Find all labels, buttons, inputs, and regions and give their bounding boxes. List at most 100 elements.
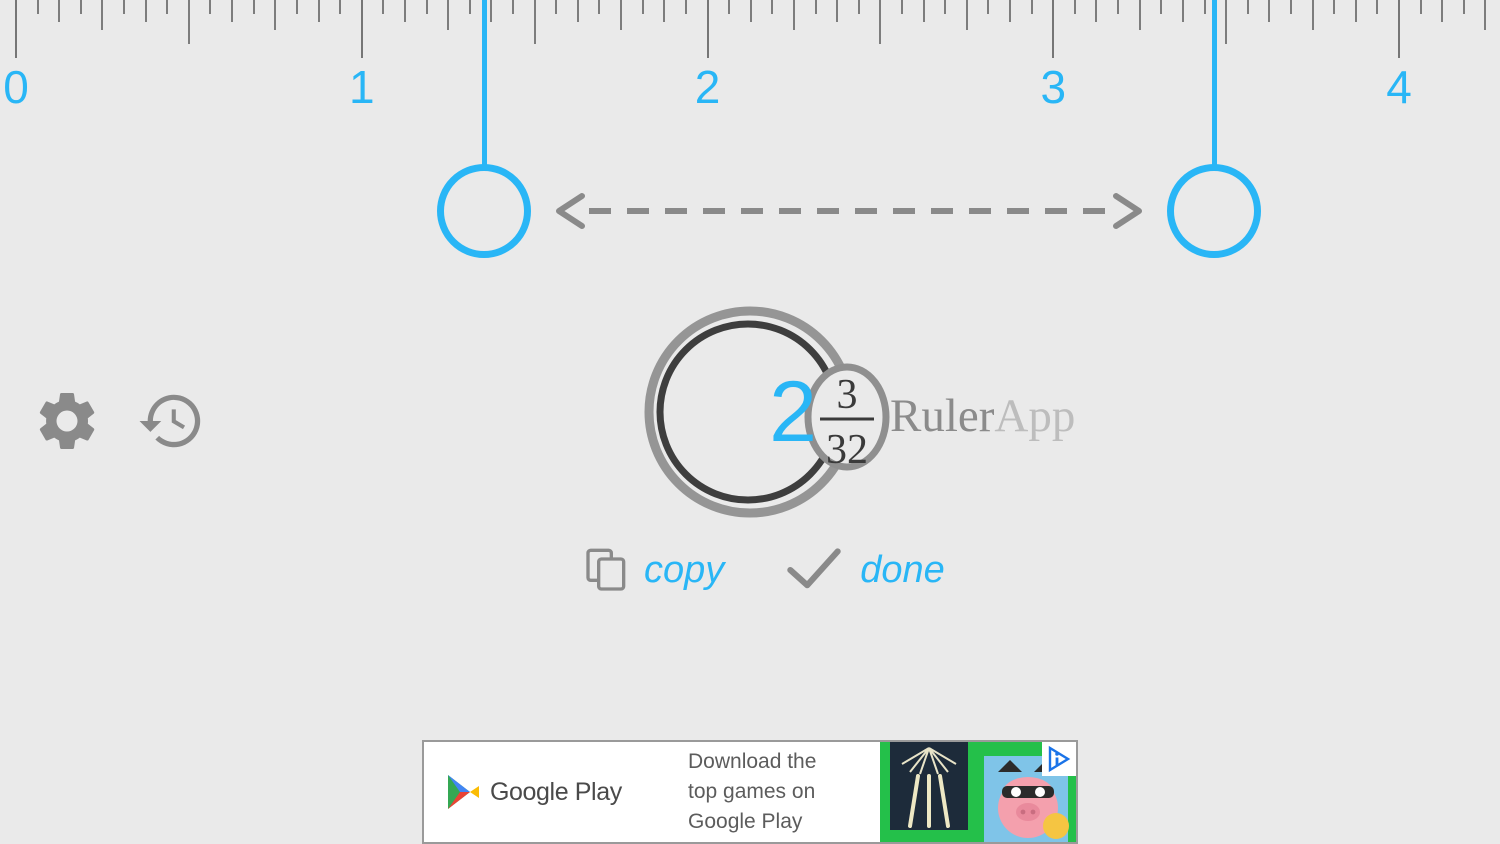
done-button-label: done	[860, 549, 945, 591]
ruler-tick	[1203, 0, 1206, 14]
ruler-tick	[252, 0, 255, 14]
adchoices-icon[interactable]	[1042, 742, 1076, 776]
measure-span-arrow	[556, 193, 1142, 229]
check-icon	[787, 548, 842, 589]
google-play-icon	[448, 775, 479, 809]
ruler-tick	[1441, 0, 1444, 22]
ruler-tick	[749, 0, 752, 22]
ruler-tick	[1311, 0, 1314, 30]
ruler-tick	[123, 0, 126, 14]
ruler-label-3: 3	[1040, 61, 1067, 113]
ruler-tick	[1030, 0, 1033, 14]
ruler-tick	[965, 0, 968, 30]
ruler-tick	[879, 0, 882, 44]
ruler-tick	[576, 0, 579, 22]
ruler-tick	[1462, 0, 1465, 14]
measurement-readout: 3 32 2 RulerApp	[640, 305, 1080, 535]
ruler-tick	[620, 0, 623, 30]
history-icon[interactable]	[136, 386, 206, 456]
handle-stem-right	[1211, 0, 1217, 168]
ruler-tick	[836, 0, 839, 22]
ad-store-name: Google Play	[490, 777, 622, 806]
ruler-tick	[231, 0, 234, 22]
fraction-numerator: 3	[837, 372, 858, 418]
ruler-tick	[922, 0, 925, 22]
ruler-label-1: 1	[348, 61, 375, 113]
brand-secondary: App	[994, 390, 1076, 442]
ruler-tick	[447, 0, 450, 30]
ruler-label-2: 2	[694, 61, 721, 113]
gear-icon[interactable]	[32, 386, 102, 456]
ruler-tick	[187, 0, 190, 44]
ruler-tick	[512, 0, 515, 14]
ad-thumbnail-1[interactable]	[880, 742, 978, 842]
ad-thumbnail-2[interactable]	[978, 742, 1076, 842]
ruler-tick	[36, 0, 39, 14]
ruler-tick	[641, 0, 644, 14]
ruler-tick	[468, 0, 471, 14]
ruler-tick	[900, 0, 903, 14]
ruler-tick	[1419, 0, 1422, 14]
ruler-tick	[403, 0, 406, 22]
ruler-tick	[857, 0, 860, 14]
ad-headline-line-2: top games on	[688, 780, 816, 804]
ruler-tick	[339, 0, 342, 14]
ruler-tick	[1009, 0, 1012, 22]
ruler-tick	[1225, 0, 1228, 44]
ad-thumbnail-art-1	[880, 742, 978, 842]
ruler-tick	[360, 0, 363, 58]
ruler-tick	[295, 0, 298, 14]
ruler-tick	[1052, 0, 1055, 58]
ruler-tick	[771, 0, 774, 14]
ruler-tick	[1354, 0, 1357, 22]
ruler-tick	[792, 0, 795, 30]
ruler-tick	[1333, 0, 1336, 14]
ruler-label-4: 4	[1386, 61, 1412, 113]
ruler-tick	[1289, 0, 1292, 14]
ad-headline-line-1: Download the	[688, 750, 817, 774]
ruler-tick	[317, 0, 320, 22]
ruler-tick	[1246, 0, 1249, 14]
brand-primary: Ruler	[890, 390, 995, 442]
ruler-tick	[166, 0, 169, 14]
ruler-tick	[1484, 0, 1487, 30]
ruler-tick	[555, 0, 558, 14]
ruler-tick	[1138, 0, 1141, 30]
ruler-tick	[1181, 0, 1184, 22]
ad-store-brand: Google Play	[424, 742, 676, 842]
action-bar: copy done	[586, 548, 945, 592]
copy-button-label: copy	[644, 549, 725, 591]
ruler-label-0: 0	[3, 61, 29, 113]
measurement-whole-number: 2	[769, 364, 817, 460]
handle-grip-right[interactable]	[1167, 164, 1261, 258]
ruler-tick	[944, 0, 947, 14]
copy-icon	[586, 548, 626, 591]
ruler[interactable]: 0 1 2 3 4	[0, 0, 1500, 110]
ruler-tick	[814, 0, 817, 14]
ruler-tick	[1160, 0, 1163, 14]
ruler-tick	[209, 0, 212, 14]
ad-banner[interactable]: Google Play Download the top games on Go…	[422, 740, 1078, 844]
ruler-tick	[684, 0, 687, 14]
ruler-tick	[1376, 0, 1379, 14]
ruler-tick	[15, 0, 17, 58]
done-button[interactable]: done	[786, 548, 945, 592]
ruler-tick	[728, 0, 731, 14]
ruler-tick	[425, 0, 428, 14]
ruler-tick	[490, 0, 493, 22]
ruler-tick	[533, 0, 536, 44]
ruler-tick	[144, 0, 147, 22]
ruler-tick	[1095, 0, 1098, 22]
app-brand-logo: RulerApp	[890, 393, 1075, 440]
ruler-tick	[58, 0, 61, 22]
handle-grip-left[interactable]	[437, 164, 531, 258]
ruler-tick	[1268, 0, 1271, 22]
ruler-tick	[1398, 0, 1400, 58]
ruler-tick	[382, 0, 385, 14]
ruler-tick	[598, 0, 601, 14]
copy-button[interactable]: copy	[586, 548, 724, 592]
ruler-tick	[101, 0, 104, 30]
ruler-tick	[79, 0, 82, 14]
ruler-tick	[1117, 0, 1120, 14]
ruler-tick	[663, 0, 666, 22]
